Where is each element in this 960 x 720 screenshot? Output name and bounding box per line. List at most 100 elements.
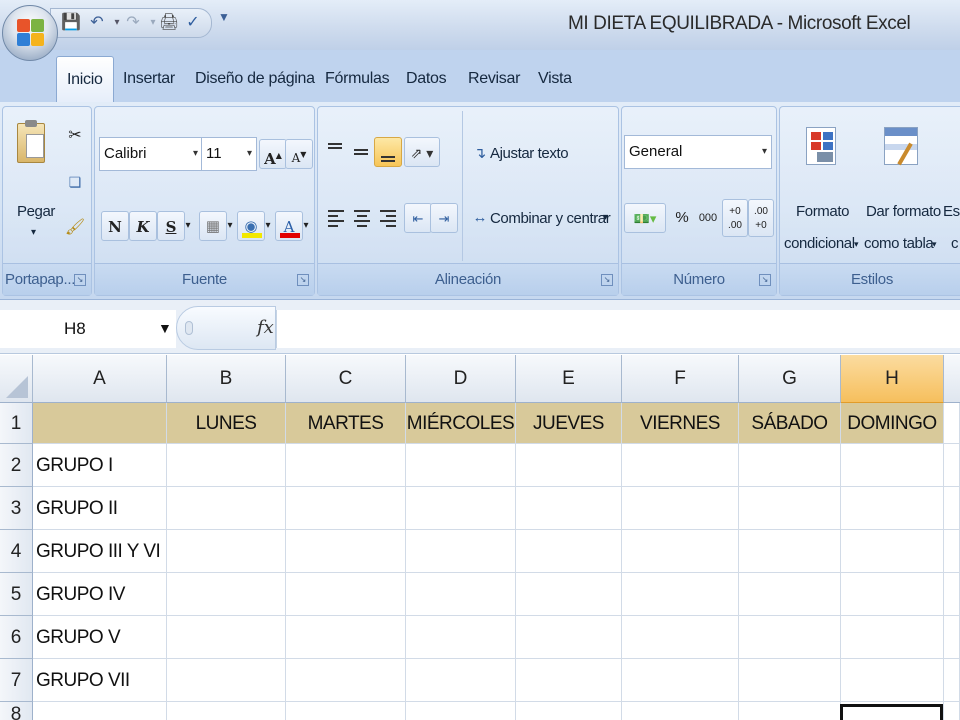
underline-dropdown-icon[interactable]: ▾: [181, 211, 195, 241]
cell-i8[interactable]: [944, 702, 960, 720]
cell-f2[interactable]: [622, 444, 739, 487]
paste-icon[interactable]: [17, 120, 45, 163]
cell-h2[interactable]: [841, 444, 944, 487]
cell-i6[interactable]: [944, 616, 960, 659]
cell-a1[interactable]: [33, 403, 167, 444]
clipboard-launcher-icon[interactable]: ↘: [74, 274, 86, 286]
insert-function-icon[interactable]: fx: [257, 317, 274, 338]
cell-f7[interactable]: [622, 659, 739, 702]
cell-e8[interactable]: [516, 702, 622, 720]
align-center-icon[interactable]: [348, 203, 376, 233]
font-color-dropdown-icon[interactable]: ▾: [299, 211, 313, 241]
currency-format-icon[interactable]: 💵▾: [624, 203, 666, 233]
tab-insertar[interactable]: Insertar: [123, 70, 175, 88]
cell-d3[interactable]: [406, 487, 516, 530]
cell-e2[interactable]: [516, 444, 622, 487]
cell-b8[interactable]: [167, 702, 286, 720]
cell-a5[interactable]: GRUPO IV: [33, 573, 167, 616]
tab-vista[interactable]: Vista: [538, 70, 572, 88]
cell-d8[interactable]: [406, 702, 516, 720]
row-header-6[interactable]: 6: [0, 616, 33, 659]
cell-e1[interactable]: JUEVES: [516, 403, 622, 444]
cell-i2[interactable]: [944, 444, 960, 487]
select-all-button[interactable]: [0, 355, 33, 403]
cell-d6[interactable]: [406, 616, 516, 659]
cell-c2[interactable]: [286, 444, 406, 487]
number-format-select[interactable]: General ▾: [624, 135, 772, 169]
cell-a6[interactable]: GRUPO V: [33, 616, 167, 659]
align-right-icon[interactable]: [374, 203, 402, 233]
italic-button[interactable]: K: [129, 211, 157, 241]
format-as-table-icon[interactable]: [884, 127, 918, 166]
cell-h7[interactable]: [841, 659, 944, 702]
column-header-h[interactable]: H: [841, 355, 944, 403]
cell-d4[interactable]: [406, 530, 516, 573]
format-table-dropdown-icon[interactable]: ▾: [932, 239, 937, 250]
cell-f5[interactable]: [622, 573, 739, 616]
cell-d1[interactable]: MIÉRCOLES: [406, 403, 516, 444]
active-cell-h8[interactable]: [840, 704, 943, 720]
bold-button[interactable]: N: [101, 211, 129, 241]
row-header-3[interactable]: 3: [0, 487, 33, 530]
cell-b7[interactable]: [167, 659, 286, 702]
cell-c5[interactable]: [286, 573, 406, 616]
paste-dropdown-icon[interactable]: ▾: [31, 227, 36, 238]
cell-f6[interactable]: [622, 616, 739, 659]
number-launcher-icon[interactable]: ↘: [759, 274, 771, 286]
cell-b2[interactable]: [167, 444, 286, 487]
cell-g8[interactable]: [739, 702, 841, 720]
cell-e4[interactable]: [516, 530, 622, 573]
format-table-line2[interactable]: como tabla: [864, 235, 934, 252]
column-header-g[interactable]: G: [739, 355, 841, 403]
font-name-dropdown-icon[interactable]: ▾: [193, 138, 198, 170]
cell-styles-line1[interactable]: Es: [943, 203, 960, 220]
row-header-5[interactable]: 5: [0, 573, 33, 616]
cell-g3[interactable]: [739, 487, 841, 530]
conditional-format-icon[interactable]: [806, 127, 836, 165]
increase-indent-icon[interactable]: ⇥: [430, 203, 458, 233]
cell-e3[interactable]: [516, 487, 622, 530]
cell-e5[interactable]: [516, 573, 622, 616]
cell-b6[interactable]: [167, 616, 286, 659]
cell-b1[interactable]: LUNES: [167, 403, 286, 444]
cell-c1[interactable]: MARTES: [286, 403, 406, 444]
column-header-d[interactable]: D: [406, 355, 516, 403]
tab-diseno-de-pagina[interactable]: Diseño de página: [195, 70, 315, 88]
resize-handle-icon[interactable]: [185, 321, 193, 335]
orientation-icon[interactable]: ⇗ ▾: [404, 137, 440, 167]
font-size-dropdown-icon[interactable]: ▾: [247, 138, 252, 170]
cell-h1[interactable]: DOMINGO: [841, 403, 944, 444]
cell-b4[interactable]: [167, 530, 286, 573]
conditional-format-dropdown-icon[interactable]: ▾: [854, 239, 859, 250]
cell-c3[interactable]: [286, 487, 406, 530]
cell-a4[interactable]: GRUPO III Y VI: [33, 530, 167, 573]
percent-button[interactable]: %: [668, 203, 696, 233]
thousands-button[interactable]: 000: [694, 203, 722, 233]
cell-b5[interactable]: [167, 573, 286, 616]
increase-decimal-button[interactable]: +0 .00: [722, 199, 748, 237]
copy-icon[interactable]: ❏: [61, 167, 89, 197]
column-header-e[interactable]: E: [516, 355, 622, 403]
name-box-dropdown-icon[interactable]: ▼: [158, 320, 172, 336]
cell-h3[interactable]: [841, 487, 944, 530]
wrap-text-button[interactable]: Ajustar texto: [490, 145, 569, 162]
cell-h5[interactable]: [841, 573, 944, 616]
conditional-format-line1[interactable]: Formato: [796, 203, 849, 220]
undo-icon[interactable]: ↶: [87, 13, 107, 33]
tab-formulas[interactable]: Fórmulas: [325, 70, 390, 88]
cell-f3[interactable]: [622, 487, 739, 530]
fill-color-dropdown-icon[interactable]: ▾: [261, 211, 275, 241]
cell-c6[interactable]: [286, 616, 406, 659]
number-format-dropdown-icon[interactable]: ▾: [762, 136, 767, 168]
merge-center-button[interactable]: Combinar y centrar: [490, 210, 611, 227]
cell-a3[interactable]: GRUPO II: [33, 487, 167, 530]
borders-dropdown-icon[interactable]: ▾: [223, 211, 237, 241]
cell-styles-line2[interactable]: c: [951, 235, 959, 252]
spelling-icon[interactable]: ✓: [183, 13, 203, 33]
conditional-format-line2[interactable]: condicional: [784, 235, 855, 252]
align-top-icon[interactable]: [322, 137, 350, 167]
column-header-b[interactable]: B: [167, 355, 286, 403]
cell-f8[interactable]: [622, 702, 739, 720]
cell-c4[interactable]: [286, 530, 406, 573]
paste-button[interactable]: Pegar: [17, 203, 55, 220]
